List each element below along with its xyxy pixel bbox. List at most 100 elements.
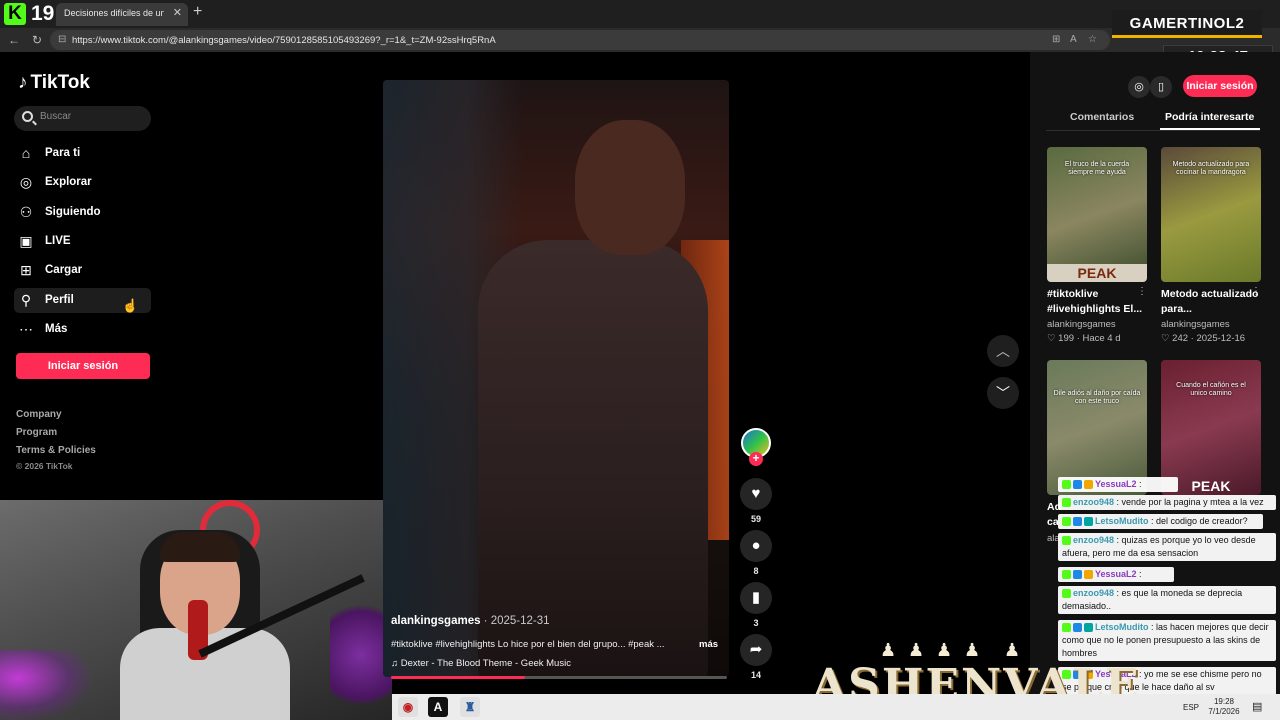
tiktok-logo[interactable]: ♪ TikTok bbox=[18, 72, 90, 94]
card-more-icon[interactable]: ⋮ bbox=[1137, 286, 1147, 297]
reload-icon[interactable]: ↻ bbox=[32, 33, 42, 47]
share-icon: ➦ bbox=[749, 641, 763, 658]
video-author[interactable]: alankingsgames · 2025-12-31 bbox=[391, 615, 550, 627]
chat-text: : del codigo de creador? bbox=[1151, 516, 1248, 526]
comment-count: 8 bbox=[753, 566, 759, 576]
card-date: Hace 4 d bbox=[1082, 333, 1121, 344]
nav-item-cargar[interactable]: ⊞ Cargar bbox=[14, 258, 151, 283]
card-title-partial[interactable]: ca bbox=[1047, 515, 1059, 530]
nav-item-para-ti[interactable]: ⌂ Para ti bbox=[14, 141, 151, 166]
next-video-button[interactable]: ﹀ bbox=[987, 377, 1019, 409]
system-time: 19:28 bbox=[1213, 697, 1235, 706]
close-icon[interactable]: ✕ bbox=[173, 6, 182, 19]
share-count: 14 bbox=[750, 670, 761, 680]
notification-icon[interactable]: ▤ bbox=[1252, 700, 1262, 713]
badge-icon bbox=[1062, 589, 1071, 599]
badge-icon bbox=[1073, 480, 1082, 490]
led-light bbox=[0, 650, 90, 720]
comment-icon: ● bbox=[751, 537, 761, 554]
like-count: 59 bbox=[750, 514, 761, 524]
chat-username: LetsoMudito bbox=[1095, 516, 1149, 526]
chat-message: LetsoMudito : las hacen mejores que deci… bbox=[1058, 620, 1276, 661]
video-thumbnail[interactable]: Metodo actualizado para cocinar la mandr… bbox=[1161, 147, 1261, 282]
video-thumbnail[interactable]: Dile adiós al daño por caída con este tr… bbox=[1047, 360, 1147, 495]
card-author[interactable]: alankingsgames bbox=[1047, 319, 1116, 330]
star-icon[interactable]: ☆ bbox=[1088, 34, 1097, 45]
site-info-icon[interactable]: ⊟ bbox=[58, 34, 66, 45]
heart-outline-icon: ♡ bbox=[1047, 333, 1059, 344]
translate-icon[interactable]: A bbox=[1070, 34, 1077, 45]
more-link[interactable]: más bbox=[699, 639, 718, 650]
compass-icon: ◎ bbox=[19, 174, 33, 190]
app-icon[interactable]: A bbox=[428, 697, 448, 717]
chat-message: enzoo948 : vende por la pagina y mtea a … bbox=[1058, 495, 1276, 510]
chat-text: : bbox=[1139, 479, 1142, 489]
card-author[interactable]: alankingsgames bbox=[1161, 319, 1230, 330]
badge-icon bbox=[1062, 536, 1071, 546]
tab-active-indicator bbox=[1160, 128, 1260, 130]
video-thumbnail[interactable]: Cuando el cañón es el unico camino PEAK bbox=[1161, 360, 1261, 495]
tab-interest[interactable]: Podría interesarte bbox=[1165, 111, 1254, 123]
footer-link-terms[interactable]: Terms & Policies bbox=[16, 445, 96, 456]
nav-label: Para ti bbox=[45, 147, 81, 159]
badge-icon bbox=[1084, 517, 1093, 527]
badge-icon bbox=[1084, 480, 1093, 490]
language-indicator[interactable]: ESP bbox=[1183, 703, 1199, 712]
follow-plus-icon[interactable]: + bbox=[749, 452, 763, 466]
like-button[interactable]: ♥ bbox=[740, 478, 772, 510]
footer-link-program[interactable]: Program bbox=[16, 427, 57, 438]
thumbnail-caption: Cuando el cañón es el unico camino bbox=[1176, 382, 1246, 398]
app-icon[interactable]: ◉ bbox=[398, 697, 418, 717]
nav-item-mas[interactable]: ⋯ Más bbox=[14, 317, 151, 342]
video-player[interactable] bbox=[383, 80, 729, 677]
nav-item-explorar[interactable]: ◎ Explorar bbox=[14, 170, 151, 195]
new-tab-button[interactable]: + bbox=[193, 3, 202, 21]
video-thumbnail[interactable]: El truco de la cuerda siempre me ayuda P… bbox=[1047, 147, 1147, 282]
nav-item-siguiendo[interactable]: ⚇ Siguiendo bbox=[14, 200, 151, 225]
url-toolbar: ← ↻ ⊟ https://www.tiktok.com/@alankingsg… bbox=[0, 28, 1280, 52]
reader-icon[interactable]: ⊞ bbox=[1052, 34, 1060, 45]
dancer-icon: ♟ bbox=[908, 640, 925, 660]
badge-icon bbox=[1062, 517, 1071, 527]
app-icon[interactable]: ♜ bbox=[460, 697, 480, 717]
card-title[interactable]: #tiktoklive #livehighlights El... bbox=[1047, 287, 1147, 317]
header-login-button[interactable]: Iniciar sesión bbox=[1183, 75, 1257, 97]
save-button[interactable]: ▮ bbox=[740, 582, 772, 614]
browser-tab[interactable]: Decisiones difíciles de un líder ✕ bbox=[56, 3, 188, 26]
address-bar[interactable]: ⊟ https://www.tiktok.com/@alankingsgames… bbox=[50, 30, 1110, 50]
tab-title: Decisiones difíciles de un líder bbox=[64, 8, 164, 18]
prev-video-button[interactable]: ︿ bbox=[987, 335, 1019, 367]
streamer-nameplate: GAMERTINOL2 bbox=[1112, 10, 1262, 38]
comment-button[interactable]: ● bbox=[740, 530, 772, 562]
nav-item-live[interactable]: ▣ LIVE bbox=[14, 229, 151, 254]
kick-logo: K bbox=[4, 3, 26, 25]
save-count: 3 bbox=[753, 618, 759, 628]
search-input[interactable] bbox=[40, 111, 145, 122]
card-title[interactable]: Metodo actualizado para... bbox=[1161, 287, 1261, 317]
heart-icon: ♥ bbox=[751, 485, 761, 502]
video-music[interactable]: ♫ Dexter - The Blood Theme - Geek Music bbox=[391, 658, 571, 669]
card-meta: ♡ 242 · 2025-12-16 bbox=[1161, 333, 1246, 344]
chat-message: YessuaL2 : bbox=[1058, 477, 1178, 492]
discover-icon[interactable]: ◎ bbox=[1128, 76, 1150, 98]
tab-divider bbox=[1046, 130, 1260, 131]
share-button[interactable]: ➦ bbox=[740, 634, 772, 666]
chat-username: YessuaL2 bbox=[1095, 479, 1137, 489]
sidebar-login-button[interactable]: Iniciar sesión bbox=[16, 353, 150, 379]
system-clock[interactable]: 19:28 7/1/2026 bbox=[1206, 697, 1242, 717]
video-progress-bar[interactable] bbox=[391, 676, 727, 679]
card-likes: 242 bbox=[1172, 333, 1189, 344]
search-box[interactable] bbox=[14, 106, 151, 131]
music-label: Dexter - The Blood Theme - Geek Music bbox=[400, 658, 571, 669]
back-icon[interactable]: ← bbox=[8, 33, 20, 47]
footer-link-company[interactable]: Company bbox=[16, 409, 62, 420]
streamer-hair bbox=[160, 532, 240, 562]
card-more-icon[interactable]: ⋮ bbox=[1251, 286, 1261, 297]
chat-username: enzoo948 bbox=[1073, 588, 1115, 598]
badge-icon bbox=[1084, 570, 1093, 580]
tab-comments[interactable]: Comentarios bbox=[1070, 111, 1134, 123]
chat-message: LetsoMudito : del codigo de creador? bbox=[1058, 514, 1263, 529]
chat-text: : bbox=[1139, 569, 1142, 579]
card-likes: 199 bbox=[1058, 333, 1075, 344]
phone-icon[interactable]: ▯ bbox=[1150, 76, 1172, 98]
